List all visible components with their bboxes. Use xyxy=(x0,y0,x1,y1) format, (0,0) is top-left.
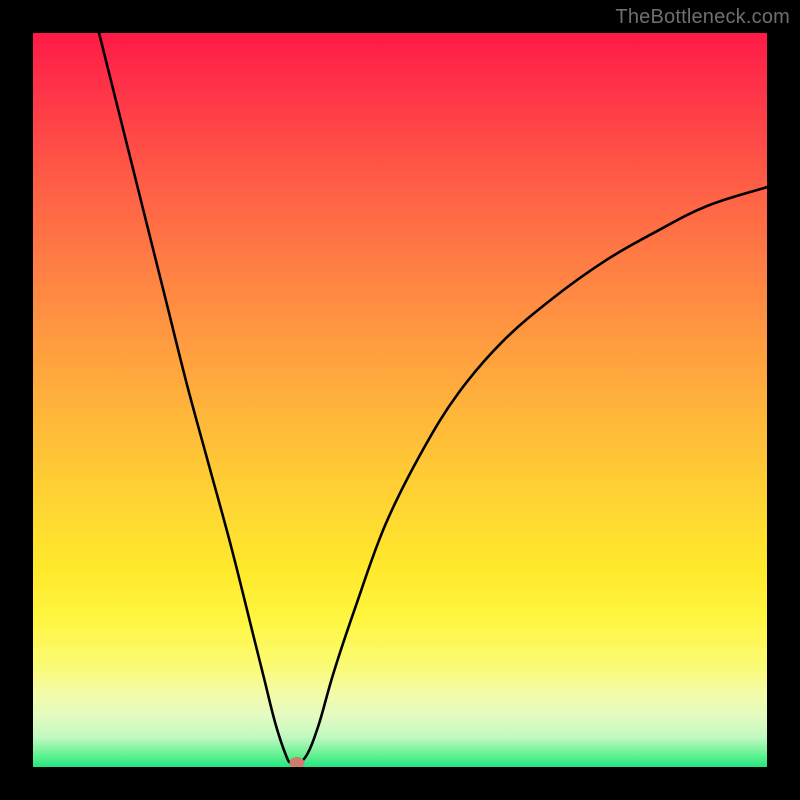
chart-frame: TheBottleneck.com xyxy=(0,0,800,800)
optimum-marker xyxy=(290,757,305,767)
watermark-text: TheBottleneck.com xyxy=(615,6,790,29)
bottleneck-curve xyxy=(33,33,767,767)
plot-area xyxy=(33,33,767,767)
